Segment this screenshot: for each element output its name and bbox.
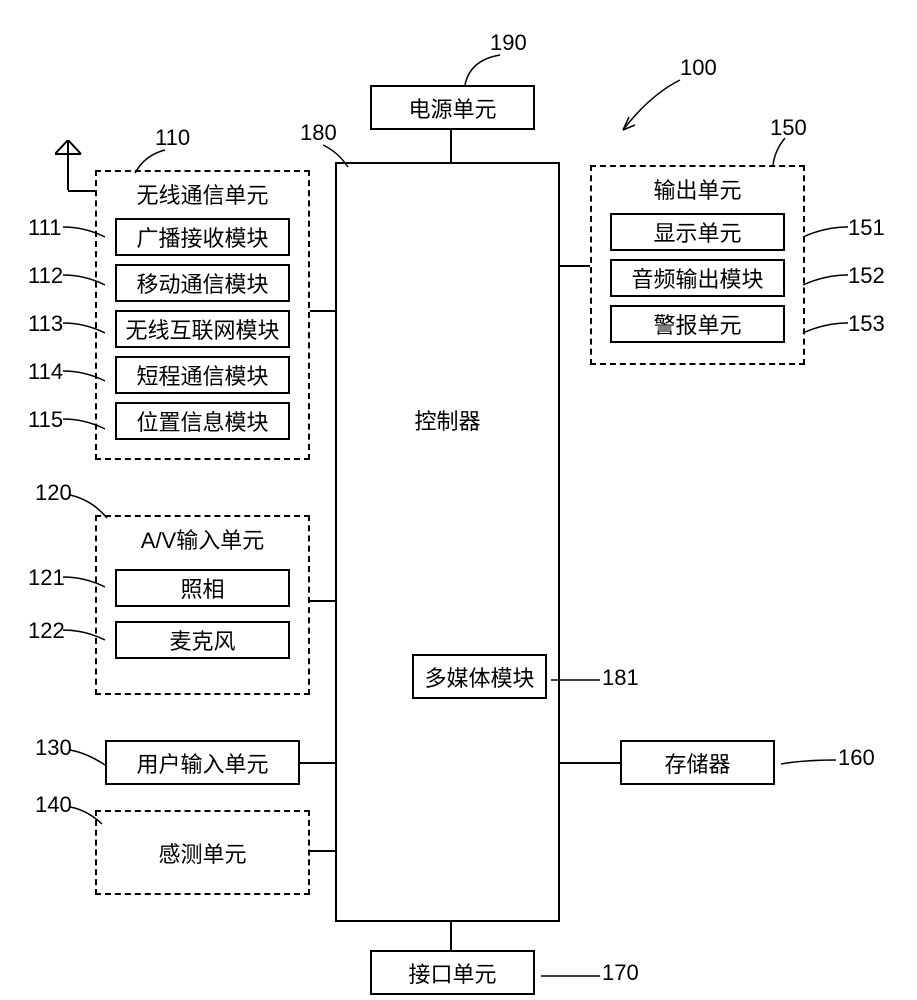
leader-100 bbox=[615, 75, 685, 145]
av-input-title: A/V输入单元 bbox=[97, 523, 308, 555]
ref-115: 115 bbox=[28, 407, 63, 433]
alarm-unit-label: 警报单元 bbox=[653, 308, 741, 340]
ref-160: 160 bbox=[838, 745, 875, 771]
ref-100: 100 bbox=[680, 55, 717, 81]
leader-160 bbox=[778, 752, 838, 772]
line-av-controller bbox=[310, 600, 335, 602]
memory-box: 存储器 bbox=[620, 740, 775, 785]
location-module-label: 位置信息模块 bbox=[136, 405, 268, 437]
multimedia-label: 多媒体模块 bbox=[424, 661, 534, 693]
line-controller-memory bbox=[560, 762, 620, 764]
leader-153 bbox=[800, 318, 850, 338]
camera-label: 照相 bbox=[180, 572, 224, 604]
line-power-controller bbox=[450, 130, 452, 162]
user-input-label: 用户输入单元 bbox=[136, 747, 268, 779]
leader-110 bbox=[130, 145, 170, 175]
ref-151: 151 bbox=[848, 215, 885, 241]
ref-152: 152 bbox=[848, 263, 885, 289]
interface-unit-box: 接口单元 bbox=[370, 950, 535, 995]
controller-label: 控制器 bbox=[414, 404, 480, 436]
diagram-canvas: 电源单元 控制器 多媒体模块 无线通信单元 广播接收模块 移动通信模块 无线互联… bbox=[0, 0, 917, 1000]
leader-122 bbox=[60, 625, 105, 645]
display-unit-box: 显示单元 bbox=[610, 213, 785, 251]
sensing-unit-box: 感测单元 bbox=[95, 810, 310, 895]
short-range-module-label: 短程通信模块 bbox=[136, 359, 268, 391]
wireless-net-module-label: 无线互联网模块 bbox=[125, 313, 279, 345]
ref-114: 114 bbox=[28, 359, 63, 385]
sensing-unit-label: 感测单元 bbox=[158, 837, 246, 869]
line-controller-output bbox=[560, 265, 590, 267]
microphone-box: 麦克风 bbox=[115, 621, 290, 659]
leader-115 bbox=[60, 414, 105, 434]
leader-181 bbox=[548, 672, 603, 692]
leader-180 bbox=[318, 142, 358, 172]
controller-box: 控制器 多媒体模块 bbox=[335, 162, 560, 922]
leader-140 bbox=[67, 802, 107, 827]
mobile-comm-module-label: 移动通信模块 bbox=[136, 267, 268, 299]
antenna-icon bbox=[55, 140, 85, 195]
leader-130 bbox=[67, 745, 107, 770]
leader-121 bbox=[60, 572, 105, 592]
ref-153: 153 bbox=[848, 311, 885, 337]
power-unit-box: 电源单元 bbox=[370, 85, 535, 130]
display-unit-label: 显示单元 bbox=[653, 216, 741, 248]
ref-112: 112 bbox=[28, 263, 63, 289]
wireless-net-module-box: 无线互联网模块 bbox=[115, 310, 290, 348]
line-wireless-controller bbox=[310, 310, 335, 312]
av-input-group: A/V输入单元 照相 麦克风 bbox=[95, 515, 310, 695]
broadcast-module-label: 广播接收模块 bbox=[136, 221, 268, 253]
ref-111: 111 bbox=[28, 215, 61, 241]
output-unit-group: 输出单元 显示单元 音频输出模块 警报单元 bbox=[590, 165, 805, 365]
mobile-comm-module-box: 移动通信模块 bbox=[115, 264, 290, 302]
line-sensing-controller bbox=[310, 850, 335, 852]
leader-151 bbox=[800, 222, 850, 242]
location-module-box: 位置信息模块 bbox=[115, 402, 290, 440]
leader-112 bbox=[60, 270, 105, 290]
leader-150 bbox=[770, 135, 805, 170]
broadcast-module-box: 广播接收模块 bbox=[115, 218, 290, 256]
leader-114 bbox=[60, 366, 105, 386]
user-input-box: 用户输入单元 bbox=[105, 740, 300, 785]
microphone-label: 麦克风 bbox=[169, 624, 235, 656]
ref-170: 170 bbox=[602, 960, 639, 986]
memory-label: 存储器 bbox=[664, 747, 730, 779]
power-unit-label: 电源单元 bbox=[408, 92, 496, 124]
audio-output-label: 音频输出模块 bbox=[631, 262, 763, 294]
short-range-module-box: 短程通信模块 bbox=[115, 356, 290, 394]
audio-output-box: 音频输出模块 bbox=[610, 259, 785, 297]
wireless-unit-title: 无线通信单元 bbox=[97, 178, 308, 210]
leader-170 bbox=[538, 968, 603, 988]
camera-box: 照相 bbox=[115, 569, 290, 607]
line-userinput-controller bbox=[300, 762, 335, 764]
leader-190 bbox=[460, 50, 520, 90]
alarm-unit-box: 警报单元 bbox=[610, 305, 785, 343]
ref-181: 181 bbox=[602, 665, 639, 691]
leader-120 bbox=[67, 490, 112, 520]
interface-unit-label: 接口单元 bbox=[408, 957, 496, 989]
leader-113 bbox=[60, 318, 105, 338]
line-antenna-wireless bbox=[68, 190, 95, 192]
multimedia-box: 多媒体模块 bbox=[412, 654, 547, 699]
output-unit-title: 输出单元 bbox=[592, 173, 803, 205]
leader-152 bbox=[800, 270, 850, 290]
line-controller-interface bbox=[450, 922, 452, 950]
leader-111 bbox=[60, 222, 105, 242]
wireless-unit-group: 无线通信单元 广播接收模块 移动通信模块 无线互联网模块 短程通信模块 位置信息… bbox=[95, 170, 310, 460]
ref-113: 113 bbox=[28, 311, 63, 337]
